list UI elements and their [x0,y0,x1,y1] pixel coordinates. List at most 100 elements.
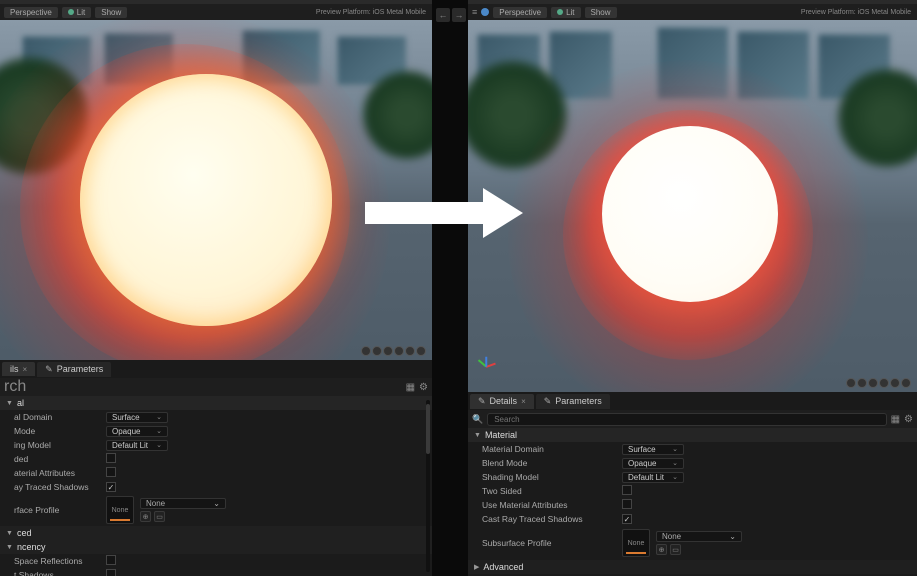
chevron-down-icon: ⌄ [729,532,736,541]
prop-subsurface-label: Subsurface Profile [482,538,622,548]
shading-model-combo[interactable]: Default Lit⌄ [106,440,168,451]
viewport-right[interactable] [468,20,917,392]
tab-details[interactable]: ils × [2,362,35,376]
details-panel-right: ▼Material Material DomainSurface⌄ Blend … [468,428,917,576]
pane-left: Perspective Lit Show Preview Platform: i… [0,0,432,576]
details-search-row: 🔍 ▦ ⚙ [468,410,917,428]
view-perspective[interactable]: Perspective [493,7,547,18]
view-show[interactable]: Show [585,7,617,18]
brush-icon: ✎ [478,396,486,407]
shadows-checkbox[interactable] [106,569,116,576]
prop-material-domain-label: al Domain [14,412,106,422]
asset-thumbnail[interactable]: None [622,529,650,557]
prop-shading-model-label: ing Model [14,440,106,450]
globe-icon[interactable] [481,8,489,16]
details-tabbar-left: ils × ✎Parameters [0,360,432,378]
asset-picker-combo[interactable]: None⌄ [656,531,742,542]
prop-use-mat-attr-label: aterial Attributes [14,468,106,478]
use-mat-attr-checkbox[interactable] [622,499,632,509]
subsurface-asset-slot: None None⌄ ⊕▭ [106,496,432,524]
view-lit[interactable]: Lit [62,7,91,18]
scrollbar[interactable] [426,400,430,572]
chevron-down-icon: ⌄ [156,413,162,421]
view-list-icon[interactable]: ▦ [891,414,900,425]
search-label-truncated: rch [4,378,26,396]
view-list-icon[interactable]: ▦ [406,382,415,393]
chevron-down-icon: ⌄ [672,473,678,481]
prop-subsurface-label: rface Profile [14,505,106,515]
view-lit-label: Lit [77,8,85,17]
cast-rt-checkbox[interactable] [106,482,116,492]
tab-parameters[interactable]: ✎Parameters [536,394,610,409]
viewport-widget-icons[interactable] [846,378,911,388]
section-material[interactable]: ▼Material [468,428,917,442]
view-perspective[interactable]: Perspective [4,7,58,18]
material-domain-combo[interactable]: Surface⌄ [622,444,684,455]
chevron-down-icon: ⌄ [156,441,162,449]
section-label: al [17,398,24,408]
nav-fwd-button[interactable]: → [452,8,466,22]
details-tabbar-right: ✎Details× ✎Parameters [468,392,917,410]
asset-picker-combo[interactable]: None⌄ [140,498,226,509]
prop-blend-mode-label: Blend Mode [482,458,622,468]
lit-dot-icon [68,9,74,15]
prop-use-mat-attr-label: Use Material Attributes [482,500,622,510]
settings-gear-icon[interactable]: ⚙ [904,414,913,425]
pane-right: ≡ Perspective Lit Show Preview Platform:… [468,0,917,576]
tab-parameters[interactable]: ✎Parameters [37,362,111,377]
close-icon[interactable]: × [23,365,28,374]
triangle-down-icon: ▼ [6,544,13,551]
viewport-left[interactable] [0,20,432,360]
subsurface-asset-slot: None None⌄ ⊕▭ [622,529,917,557]
prop-two-sided-label: Two Sided [482,486,622,496]
asset-browse-icon[interactable]: ▭ [670,544,681,555]
details-panel-left: ▼ al al DomainSurface⌄ ModeOpaque⌄ ing Mo… [0,396,432,576]
shading-model-combo[interactable]: Default Lit⌄ [622,472,684,483]
view-lit[interactable]: Lit [551,7,580,18]
prop-two-sided-label: ded [14,454,106,464]
section-advanced[interactable]: ▶Advanced [468,560,917,574]
prop-shadows-label: t Shadows [14,570,106,576]
material-domain-combo[interactable]: Surface⌄ [106,412,168,423]
section-material[interactable]: ▼ al [0,396,432,410]
scroll-thumb[interactable] [426,404,430,454]
pane-divider [432,0,468,576]
triangle-right-icon: ▶ [474,563,479,571]
triangle-down-icon: ▼ [474,432,481,439]
preview-platform-label: Preview Platform: iOS Metal Mobile [316,9,426,16]
chevron-down-icon: ⌄ [156,427,162,435]
tab-details[interactable]: ✎Details× [470,394,534,409]
section-advanced-trunc[interactable]: ▼ced [0,526,432,540]
two-sided-checkbox[interactable] [622,485,632,495]
view-show[interactable]: Show [95,7,127,18]
asset-thumbnail[interactable]: None [106,496,134,524]
details-search-row: rch ▦ ⚙ [0,378,432,396]
asset-browse-icon[interactable]: ▭ [154,511,165,522]
search-icon: 🔍 [472,414,483,425]
blend-mode-combo[interactable]: Opaque⌄ [622,458,684,469]
viewport-bar-right: ≡ Perspective Lit Show Preview Platform:… [468,4,917,20]
close-icon[interactable]: × [521,397,526,406]
triangle-down-icon: ▼ [6,400,13,407]
search-input[interactable] [487,413,886,426]
settings-gear-icon[interactable]: ⚙ [419,382,428,393]
asset-use-icon[interactable]: ⊕ [140,511,151,522]
triangle-down-icon: ▼ [6,530,13,537]
chevron-down-icon: ⌄ [213,499,220,508]
nav-back-button[interactable]: ← [436,8,450,22]
ssr-checkbox[interactable] [106,555,116,565]
chevron-down-icon: ⌄ [672,459,678,467]
tab-details-label: ils [10,364,19,374]
hamburger-icon[interactable]: ≡ [472,7,477,17]
section-translucency-trunc[interactable]: ▼ncency [0,540,432,554]
tab-parameters-label: Parameters [57,364,104,374]
cast-rt-checkbox[interactable] [622,514,632,524]
two-sided-checkbox[interactable] [106,453,116,463]
viewport-widget-icons[interactable] [361,346,426,356]
use-mat-attr-checkbox[interactable] [106,467,116,477]
prop-blend-mode-label: Mode [14,426,106,436]
asset-use-icon[interactable]: ⊕ [656,544,667,555]
view-show-label: Show [101,8,121,17]
prop-cast-rt-label: ay Traced Shadows [14,482,106,492]
blend-mode-combo[interactable]: Opaque⌄ [106,426,168,437]
